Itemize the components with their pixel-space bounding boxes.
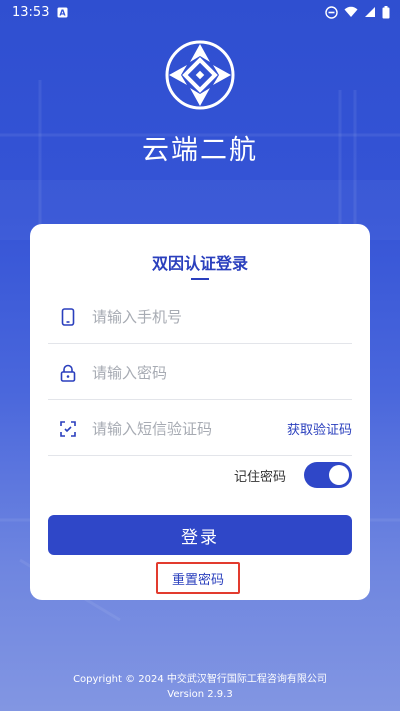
- svg-text:A: A: [60, 8, 67, 17]
- password-field-row: [48, 346, 352, 400]
- phone-field-row: [48, 290, 352, 344]
- version-text: Version 2.9.3: [167, 689, 233, 700]
- sms-code-input[interactable]: [92, 419, 287, 438]
- scan-code-icon: [58, 419, 78, 439]
- copyright-text: Copyright © 2024 中交武汉智行国际工程咨询有限公司: [73, 674, 327, 685]
- password-input[interactable]: [92, 363, 352, 382]
- wifi-icon: [344, 6, 358, 18]
- footer: Copyright © 2024 中交武汉智行国际工程咨询有限公司 Versio…: [0, 672, 400, 702]
- login-card: 双因认证登录 获取验证码 记住密码 登录 重置密码: [30, 224, 370, 600]
- battery-icon: [382, 5, 390, 19]
- login-title: 双因认证登录: [151, 254, 248, 273]
- app-logo: [163, 38, 237, 112]
- title-underline: [191, 278, 209, 280]
- phone-icon: [58, 307, 78, 327]
- toggle-knob: [329, 465, 349, 485]
- remember-password-label: 记住密码: [233, 469, 286, 485]
- signal-icon: [364, 6, 376, 18]
- lock-icon: [58, 363, 78, 383]
- login-button[interactable]: 登录: [48, 515, 352, 555]
- remember-password-toggle[interactable]: [304, 462, 352, 488]
- status-bar: 13:53 A: [0, 0, 400, 24]
- get-code-button[interactable]: 获取验证码: [287, 419, 352, 438]
- sms-code-field-row: 获取验证码: [48, 402, 352, 456]
- phone-input[interactable]: [92, 307, 352, 326]
- status-time: 13:53: [12, 4, 50, 20]
- reset-password-label: 重置密码: [171, 572, 224, 588]
- dnd-icon: [325, 5, 338, 19]
- app-name: 云端二航: [142, 135, 258, 166]
- crossroads-logo-icon: [165, 40, 235, 110]
- reset-password-link[interactable]: 重置密码: [156, 562, 240, 594]
- notification-a-icon: A: [57, 7, 68, 18]
- remember-password-row: 记住密码: [48, 460, 352, 490]
